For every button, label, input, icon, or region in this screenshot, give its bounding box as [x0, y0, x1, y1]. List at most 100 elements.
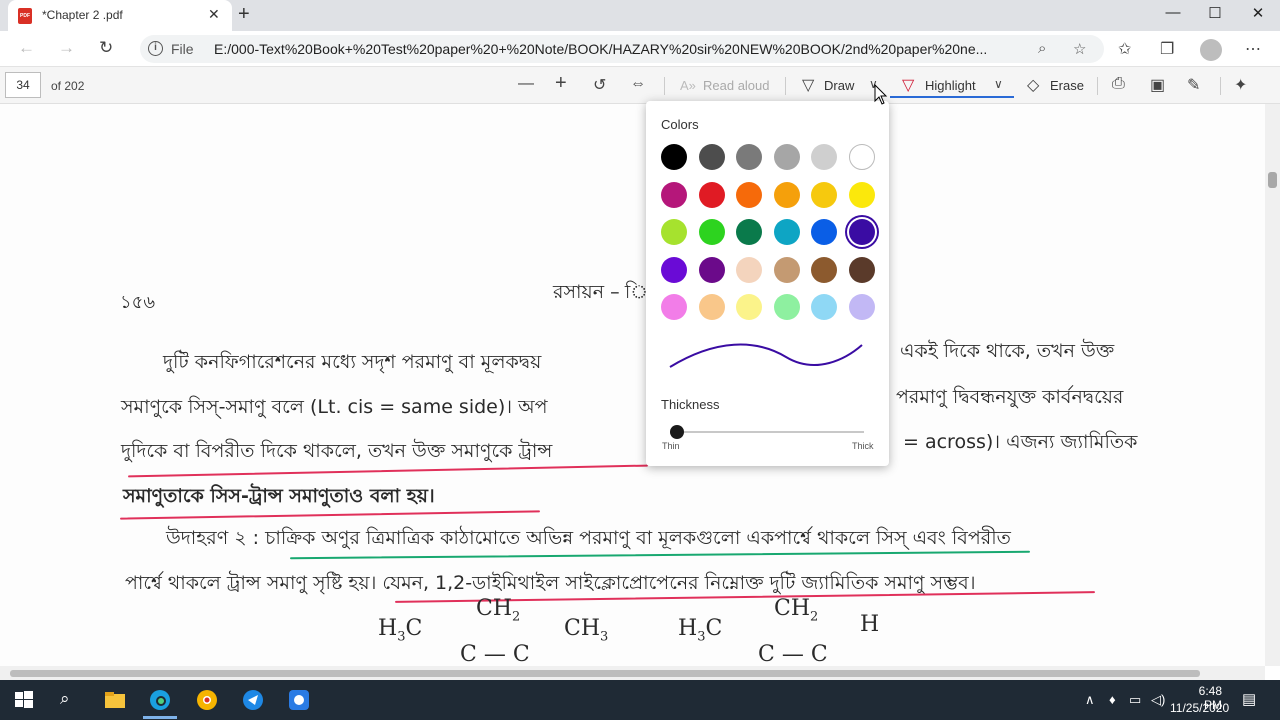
color-swatch-selected[interactable]: [848, 219, 875, 245]
close-window-button[interactable]: ✕: [1243, 4, 1273, 22]
zoom-out-icon[interactable]: —: [518, 75, 534, 93]
erase-button[interactable]: Erase: [1050, 78, 1084, 93]
color-swatch[interactable]: [698, 181, 725, 208]
colors-label: Colors: [661, 117, 699, 132]
color-swatch[interactable]: [773, 294, 800, 320]
color-swatch[interactable]: [848, 144, 875, 170]
thickness-slider-knob[interactable]: [670, 425, 684, 439]
toolbar-divider: [1220, 77, 1221, 95]
microphone-icon[interactable]: ♦: [1109, 692, 1116, 707]
rotate-icon[interactable]: ↺: [593, 75, 606, 95]
chem-ch3-label: CH3: [564, 616, 609, 645]
color-swatch[interactable]: [848, 181, 875, 208]
page-number-label: ১৫৬: [120, 292, 156, 313]
address-bar[interactable]: i File E:/000-Text%20Book+%20Test%20pape…: [140, 35, 1104, 63]
tab-close-button[interactable]: ✕: [208, 6, 220, 23]
chem-cc-bond: C — C: [758, 642, 828, 666]
color-swatch[interactable]: [736, 256, 762, 283]
chem-ch2-label: CH2: [774, 596, 819, 625]
draw-pen-icon: ▽: [802, 77, 815, 94]
windows-start-icon[interactable]: [12, 688, 36, 712]
color-swatch[interactable]: [736, 294, 762, 320]
color-swatch[interactable]: [698, 219, 725, 245]
color-swatch[interactable]: [736, 219, 762, 245]
zoom-icon[interactable]: ⌕: [1038, 40, 1046, 57]
show-hidden-icons-chevron-up-icon[interactable]: ∧: [1085, 692, 1095, 708]
highlight-options-popup: Colors Thickness Thin Thick: [646, 101, 889, 466]
color-swatch[interactable]: [698, 294, 725, 320]
minimize-button[interactable]: —: [1158, 4, 1188, 21]
color-swatch[interactable]: [736, 181, 762, 208]
url-text[interactable]: E:/000-Text%20Book+%20Test%20paper%20+%2…: [214, 41, 1024, 57]
refresh-button[interactable]: ↻: [99, 38, 113, 58]
chem-ch2-label: CH2: [476, 596, 521, 625]
zoom-in-icon[interactable]: +: [555, 72, 567, 95]
text-line-3: দুদিকে বা বিপরীত দিকে থাকলে, তখন উক্ত সম…: [121, 440, 553, 462]
thickness-slider-track[interactable]: [670, 431, 864, 433]
notifications-icon[interactable]: ▤: [1242, 690, 1256, 708]
favorites-icon[interactable]: ✩: [1118, 39, 1131, 59]
search-icon[interactable]: ⌕: [60, 689, 70, 709]
print-icon[interactable]: ⎙: [1112, 75, 1125, 93]
collections-icon[interactable]: ❐: [1160, 39, 1174, 59]
color-swatch[interactable]: [773, 256, 800, 283]
edge-browser-icon[interactable]: [148, 688, 172, 712]
avatar[interactable]: [1200, 39, 1222, 61]
more-options-icon[interactable]: ⋯: [1245, 39, 1261, 59]
color-swatch[interactable]: [698, 256, 725, 283]
chem-structure-left: CH2 H3C CH3 C — C: [378, 596, 618, 666]
highlight-button[interactable]: Highlight: [925, 78, 976, 93]
pdf-page[interactable]: ১৫৬ রসায়ন – ি দুটি কনফিগারেশনের মধ্যে স…: [0, 104, 1265, 666]
mouse-cursor-icon: [874, 84, 888, 105]
pin-toolbar-icon[interactable]: ✦: [1234, 75, 1247, 95]
tab-title: *Chapter 2 .pdf: [42, 8, 123, 22]
horizontal-scroll-thumb[interactable]: [10, 670, 1200, 677]
color-swatch[interactable]: [698, 144, 725, 170]
color-swatch[interactable]: [773, 181, 800, 208]
chrome-icon[interactable]: [195, 688, 219, 712]
volume-icon[interactable]: ◁): [1151, 692, 1165, 708]
network-icon[interactable]: ▭: [1129, 692, 1141, 708]
clock-date[interactable]: 11/25/2020: [1170, 701, 1229, 715]
chem-structure-right: CH2 H3C H C — C: [678, 596, 898, 666]
pdf-file-icon: PDF: [18, 8, 32, 24]
info-icon[interactable]: i: [148, 41, 163, 56]
tab-chapter-2-pdf[interactable]: PDF *Chapter 2 .pdf ✕: [8, 0, 232, 31]
color-swatch[interactable]: [811, 144, 837, 170]
fit-page-icon[interactable]: ⇔: [630, 75, 646, 93]
read-aloud-button[interactable]: Read aloud: [703, 78, 770, 93]
color-swatch[interactable]: [661, 181, 687, 208]
color-swatch[interactable]: [661, 144, 687, 170]
color-swatch[interactable]: [811, 181, 837, 208]
file-scheme-label: File: [171, 41, 194, 57]
text-line-4: সমাণুতাকে সিস-ট্রান্স সমাণুতাও বলা হয়।: [123, 485, 435, 507]
vertical-scroll-thumb[interactable]: [1268, 172, 1277, 188]
app-blue-icon[interactable]: [241, 688, 265, 712]
color-swatch[interactable]: [773, 219, 800, 245]
save-as-icon[interactable]: ✎: [1187, 75, 1200, 95]
color-swatch[interactable]: [773, 144, 800, 170]
color-swatch[interactable]: [848, 256, 875, 283]
color-swatch[interactable]: [811, 294, 837, 320]
favorite-star-icon[interactable]: ☆: [1073, 40, 1086, 58]
back-button[interactable]: ←: [18, 38, 35, 58]
vertical-scrollbar[interactable]: [1265, 104, 1280, 666]
draw-button[interactable]: Draw: [824, 78, 854, 93]
color-swatch[interactable]: [811, 256, 837, 283]
new-tab-button[interactable]: +: [238, 3, 250, 26]
color-swatch[interactable]: [661, 256, 687, 283]
color-swatch[interactable]: [811, 219, 837, 245]
forward-button[interactable]: →: [58, 38, 75, 58]
app-blue-square-icon[interactable]: [287, 688, 311, 712]
file-explorer-icon[interactable]: [103, 688, 127, 712]
page-number-input[interactable]: 34: [5, 72, 41, 98]
color-swatch[interactable]: [848, 294, 875, 320]
color-swatch[interactable]: [736, 144, 762, 170]
highlight-chevron-down-icon[interactable]: ∨: [994, 77, 1003, 91]
color-swatch[interactable]: [661, 219, 687, 245]
horizontal-scrollbar[interactable]: [0, 666, 1265, 680]
color-swatch[interactable]: [661, 294, 687, 320]
save-icon[interactable]: ▣: [1150, 75, 1165, 95]
chem-h3c-label: H3C: [678, 616, 723, 645]
maximize-button[interactable]: ☐: [1200, 4, 1230, 22]
